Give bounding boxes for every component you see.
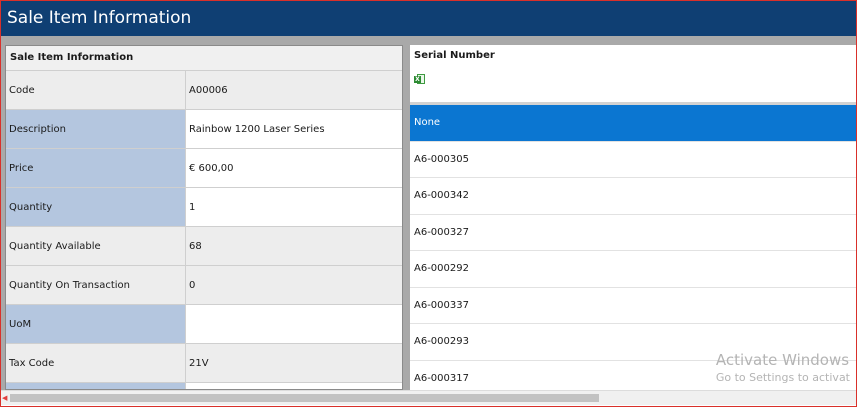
excel-export-icon[interactable]: X (414, 74, 426, 84)
serial-number-item[interactable]: A6-000337 (410, 288, 856, 324)
serial-number-list: None A6-000305 A6-000342 A6-000327 A6-000292… (410, 105, 856, 390)
info-row-value[interactable]: Rainbow 1200 Laser Series (186, 110, 402, 148)
info-row-label: Quantity Available (6, 227, 186, 265)
serial-number-item[interactable]: A6-000342 (410, 178, 856, 215)
serial-number-item[interactable]: A6-000317 (410, 361, 856, 391)
scrollbar-thumb[interactable] (10, 394, 599, 402)
serial-number-panel: Serial Number X None A6-000305 A6-000342 A6… (410, 45, 856, 390)
serial-number-header-area: Serial Number X (410, 45, 856, 105)
info-row-value[interactable]: 21V (186, 344, 402, 382)
info-row: Quantity Available 68 (6, 227, 402, 266)
info-row-label: Quantity On Transaction (6, 266, 186, 304)
info-row: Code A00006 (6, 71, 402, 110)
serial-number-header: Serial Number (414, 50, 495, 61)
info-row-label: Quantity (6, 188, 186, 226)
info-row: Quantity 1 (6, 188, 402, 227)
info-row: Description Rainbow 1200 Laser Series (6, 110, 402, 149)
info-row: UoM (6, 305, 402, 344)
serial-number-item[interactable]: A6-000293 (410, 324, 856, 361)
scroll-left-arrow-icon[interactable]: ◀ (2, 394, 7, 402)
sale-item-info-header: Sale Item Information (6, 46, 402, 71)
info-row (6, 383, 402, 389)
info-row-value[interactable] (186, 383, 402, 389)
info-row-value[interactable]: 1 (186, 188, 402, 226)
window-title: Sale Item Information (1, 1, 856, 36)
info-row-label: Tax Code (6, 344, 186, 382)
info-row-value[interactable]: 68 (186, 227, 402, 265)
info-row-label: Code (6, 71, 186, 109)
info-row: Quantity On Transaction 0 (6, 266, 402, 305)
info-row-value[interactable]: € 600,00 (186, 149, 402, 187)
serial-number-item[interactable]: A6-000292 (410, 251, 856, 288)
info-row-value[interactable] (186, 305, 402, 343)
content-area: Sale Item Information Code A00006 Descript… (1, 36, 856, 390)
horizontal-scrollbar[interactable]: ◀ (1, 390, 856, 405)
info-row: Tax Code 21V (6, 344, 402, 383)
info-row-label (6, 383, 186, 389)
info-rows: Code A00006 Description Rainbow 1200 Laser … (6, 71, 402, 389)
info-row-label: Description (6, 110, 186, 148)
info-row-label: Price (6, 149, 186, 187)
info-row-value[interactable]: A00006 (186, 71, 402, 109)
serial-number-item[interactable]: None (410, 105, 856, 142)
serial-number-item[interactable]: A6-000327 (410, 215, 856, 251)
sale-item-info-panel: Sale Item Information Code A00006 Descript… (5, 45, 403, 390)
info-row: Price € 600,00 (6, 149, 402, 188)
serial-number-item[interactable]: A6-000305 (410, 142, 856, 178)
info-row-label: UoM (6, 305, 186, 343)
info-row-value[interactable]: 0 (186, 266, 402, 304)
